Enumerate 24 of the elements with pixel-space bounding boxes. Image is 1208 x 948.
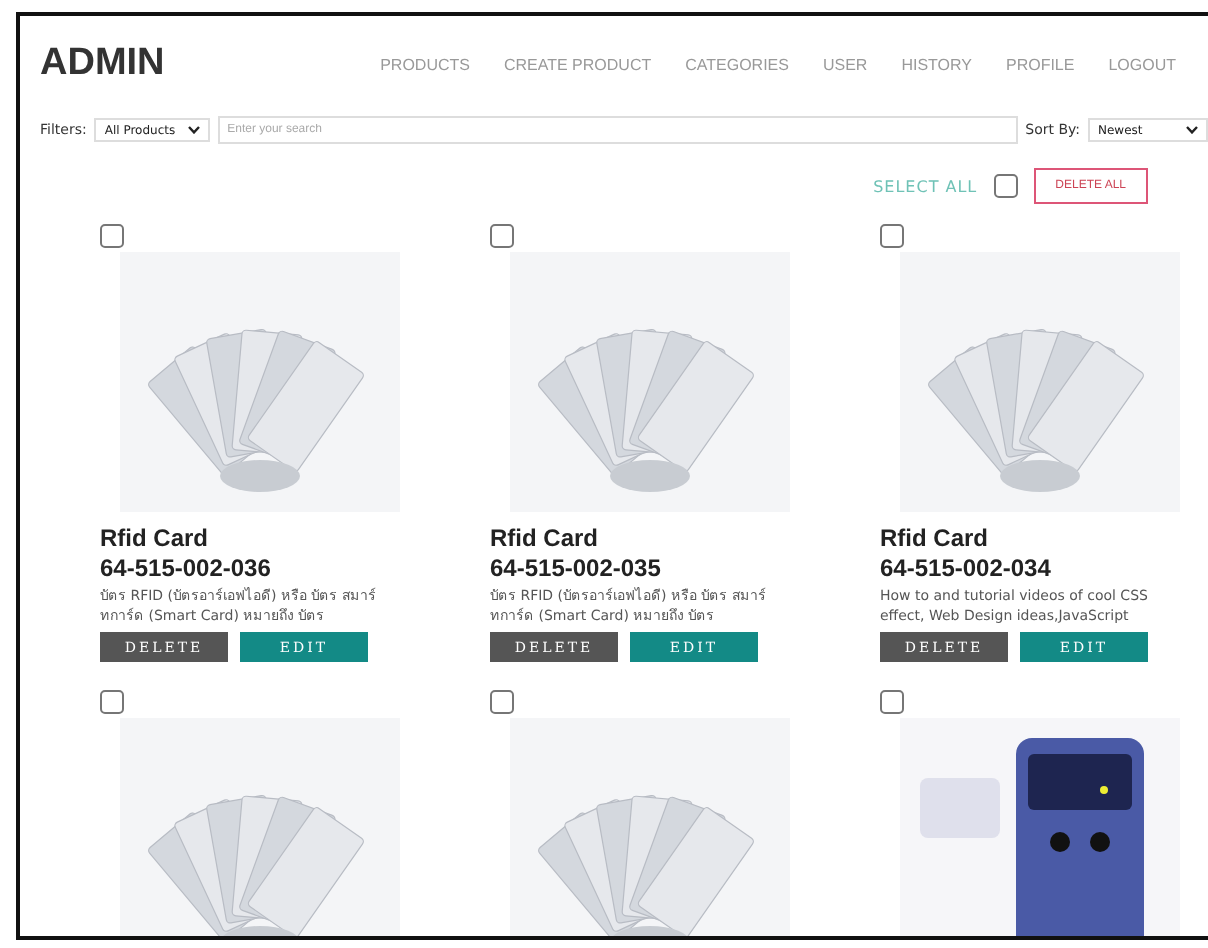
product-title: Rfid Card — [490, 524, 600, 552]
select-all-checkbox[interactable] — [993, 174, 1018, 198]
product-code: 64-515-002-036 — [100, 554, 273, 582]
product-checkbox[interactable] — [490, 224, 514, 248]
caret-icon — [187, 126, 200, 134]
product-code: 64-515-002-035 — [490, 554, 663, 582]
product-checkbox[interactable] — [100, 224, 124, 248]
product-checkbox[interactable] — [100, 690, 124, 714]
nav-link[interactable]: USER — [822, 55, 868, 73]
product-code: 64-515-002-034 — [880, 554, 1053, 582]
product-checkbox[interactable] — [880, 690, 904, 714]
nav-link[interactable]: PROFILE — [1005, 55, 1075, 73]
caret-icon — [1186, 126, 1198, 134]
product-checkbox[interactable] — [880, 224, 904, 248]
brand-logo: ADMIN — [40, 42, 165, 86]
select-all-label: SELECT ALL — [873, 177, 978, 195]
nav-link[interactable]: LOGOUT — [1108, 55, 1176, 73]
product-title: Rfid Card — [880, 524, 990, 552]
nav-link[interactable]: CATEGORIES — [685, 55, 789, 73]
nav-link[interactable]: PRODUCTS — [380, 55, 470, 73]
nav-link[interactable]: HISTORY — [901, 55, 972, 73]
product-title: Rfid Card — [100, 524, 210, 552]
nav-link[interactable]: CREATE PRODUCT — [503, 55, 652, 73]
product-checkbox[interactable] — [490, 690, 514, 714]
